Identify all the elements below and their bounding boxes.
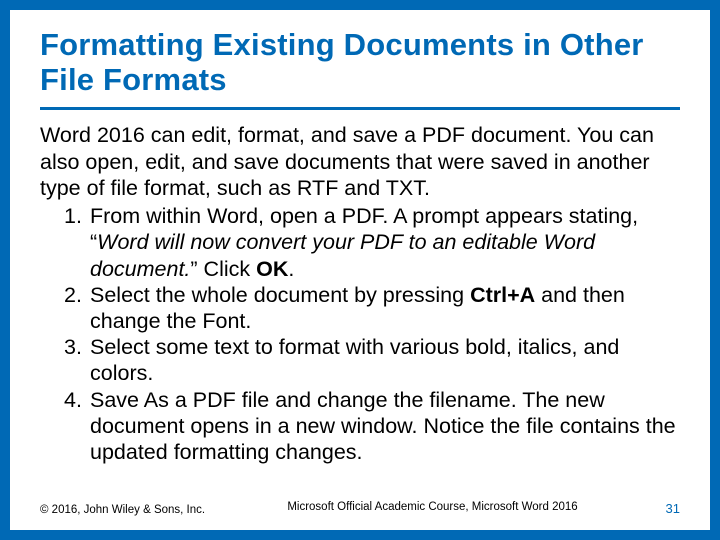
steps-list: From within Word, open a PDF. A prompt a…: [40, 203, 680, 465]
step-2: Select the whole document by pressing Ct…: [40, 282, 680, 334]
slide: Formatting Existing Documents in Other F…: [0, 0, 720, 540]
step-1-text-mid: ” Click: [190, 257, 256, 281]
footer-copyright: © 2016, John Wiley & Sons, Inc.: [40, 504, 205, 516]
step-1-bold: OK: [256, 257, 288, 281]
step-2-bold: Ctrl+A: [470, 283, 535, 307]
step-1: From within Word, open a PDF. A prompt a…: [40, 203, 680, 282]
slide-footer: © 2016, John Wiley & Sons, Inc. Microsof…: [40, 501, 680, 516]
footer-course-wrap: Microsoft Official Academic Course, Micr…: [185, 501, 680, 513]
intro-paragraph: Word 2016 can edit, format, and save a P…: [40, 122, 680, 201]
title-rule: [40, 107, 680, 110]
step-4: Save As a PDF file and change the filena…: [40, 387, 680, 466]
step-1-text-post: .: [288, 257, 294, 281]
step-2-text-pre: Select the whole document by pressing: [90, 283, 470, 307]
step-3: Select some text to format with various …: [40, 334, 680, 386]
slide-title: Formatting Existing Documents in Other F…: [40, 28, 680, 97]
slide-body: Word 2016 can edit, format, and save a P…: [40, 122, 680, 465]
footer-course: Microsoft Official Academic Course, Micr…: [287, 501, 577, 513]
step-1-italic: Word will now convert your PDF to an edi…: [90, 230, 595, 280]
